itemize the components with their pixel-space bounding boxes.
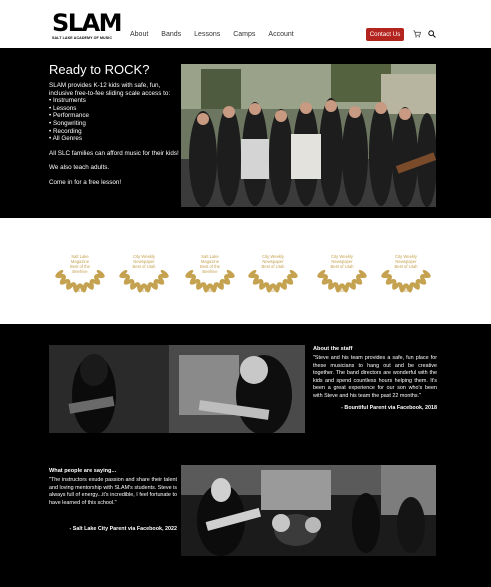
nav-bands[interactable]: Bands	[161, 31, 181, 38]
group-photo	[181, 64, 436, 207]
hero-section: Ready to ROCK? SLAM provides K-12 kids w…	[0, 48, 491, 218]
award-year: 2005	[401, 288, 411, 293]
hero-paragraph: All SLC families can afford music for th…	[49, 149, 179, 157]
award-year: 2006	[337, 288, 347, 293]
hero-list: • Instruments • Lessons • Performance • …	[49, 97, 179, 143]
award-laurel: City Weekly Newspaper Best of Utah 2005	[378, 240, 434, 298]
hero-list-item: • Recording	[49, 127, 82, 135]
nav-lessons[interactable]: Lessons	[194, 31, 220, 38]
award-laurel: Salt Lake Magazine Best of the Beehive 2016	[52, 240, 108, 298]
hero-list-item: • Performance	[49, 112, 90, 120]
award-text: City Weekly Newspaper Best of Utah	[257, 254, 289, 269]
band-rehearsal-photo	[181, 465, 436, 556]
logo-wordmark: SLAM	[52, 9, 123, 37]
award-laurel: City Weekly Newspaper Best of Utah 2006	[314, 240, 370, 298]
hero-title: Ready to ROCK?	[49, 62, 150, 77]
staff-heading: About the staff	[313, 346, 353, 352]
award-line: Best of Utah	[132, 264, 156, 269]
staff-attribution: - Bountiful Parent via Facebook, 2018	[341, 404, 437, 411]
award-text: City Weekly Newspaper Best of Utah	[326, 254, 358, 269]
cart-icon[interactable]	[413, 30, 421, 38]
award-text: Salt Lake Magazine Best of the Beehive	[194, 254, 226, 274]
hero-list-item: • Lessons	[49, 104, 77, 112]
hero-intro: SLAM provides K-12 kids with safe, fun, …	[49, 82, 171, 97]
people-quote: "The instructors exude passion and share…	[49, 477, 177, 506]
staff-testimonial: About the staff "Steve and his team prov…	[313, 346, 437, 411]
award-line: Best of Utah	[394, 264, 418, 269]
people-attribution: - Salt Lake City Parent via Facebook, 20…	[69, 526, 177, 533]
award-text: City Weekly Newspaper Best of Utah	[390, 254, 422, 269]
people-heading: What people are saying...	[49, 468, 117, 474]
hero-paragraph: We also teach adults.	[49, 164, 110, 172]
awards-section: Salt Lake Magazine Best of the Beehive 2016 C…	[0, 218, 491, 324]
award-line: Best of Utah	[261, 264, 285, 269]
hero-list-item: • Instruments	[49, 97, 86, 105]
award-year: 2016	[75, 288, 85, 293]
nav-camps[interactable]: Camps	[233, 31, 255, 38]
hero-list-item: • All Genres	[49, 135, 83, 143]
site-header: SLAM SALT LAKE ACADEMY OF MUSIC About Ba…	[0, 0, 491, 48]
testimonials-section: About the staff "Steve and his team prov…	[0, 324, 491, 587]
slam-logo[interactable]: SLAM SALT LAKE ACADEMY OF MUSIC	[52, 9, 123, 43]
award-year: 2007	[268, 288, 278, 293]
staff-quote: "Steve and his team provides a safe, fun…	[313, 355, 437, 399]
logo-subtitle: SALT LAKE ACADEMY OF MUSIC	[52, 36, 113, 40]
award-laurel: City Weekly Newspaper Best of Utah 2016	[116, 240, 172, 298]
award-text: City Weekly Newspaper Best of Utah	[128, 254, 160, 269]
lesson-photo	[49, 345, 305, 433]
people-testimonial: What people are saying... "The instructo…	[49, 468, 177, 532]
main-nav: About Bands Lessons Camps Account	[130, 31, 307, 38]
contact-us-button[interactable]: Contact Us	[366, 28, 404, 41]
award-line: Best of Utah	[330, 264, 354, 269]
nav-account[interactable]: Account	[268, 31, 293, 38]
award-text: Salt Lake Magazine Best of the Beehive	[64, 254, 96, 274]
nav-about[interactable]: About	[130, 31, 148, 38]
award-laurel: City Weekly Newspaper Best of Utah 2007	[245, 240, 301, 298]
award-year: 2016	[139, 288, 149, 293]
search-icon[interactable]	[428, 30, 436, 38]
hero-paragraph: Come in for a free lesson!	[49, 178, 122, 186]
award-year: 2008	[205, 288, 215, 293]
hero-text: SLAM provides K-12 kids with safe, fun, …	[49, 82, 179, 194]
award-line: Beehive	[72, 269, 88, 274]
award-line: Beehive	[202, 269, 218, 274]
award-laurel: Salt Lake Magazine Best of the Beehive 2008	[182, 240, 238, 298]
hero-list-item: • Songwriting	[49, 119, 86, 127]
